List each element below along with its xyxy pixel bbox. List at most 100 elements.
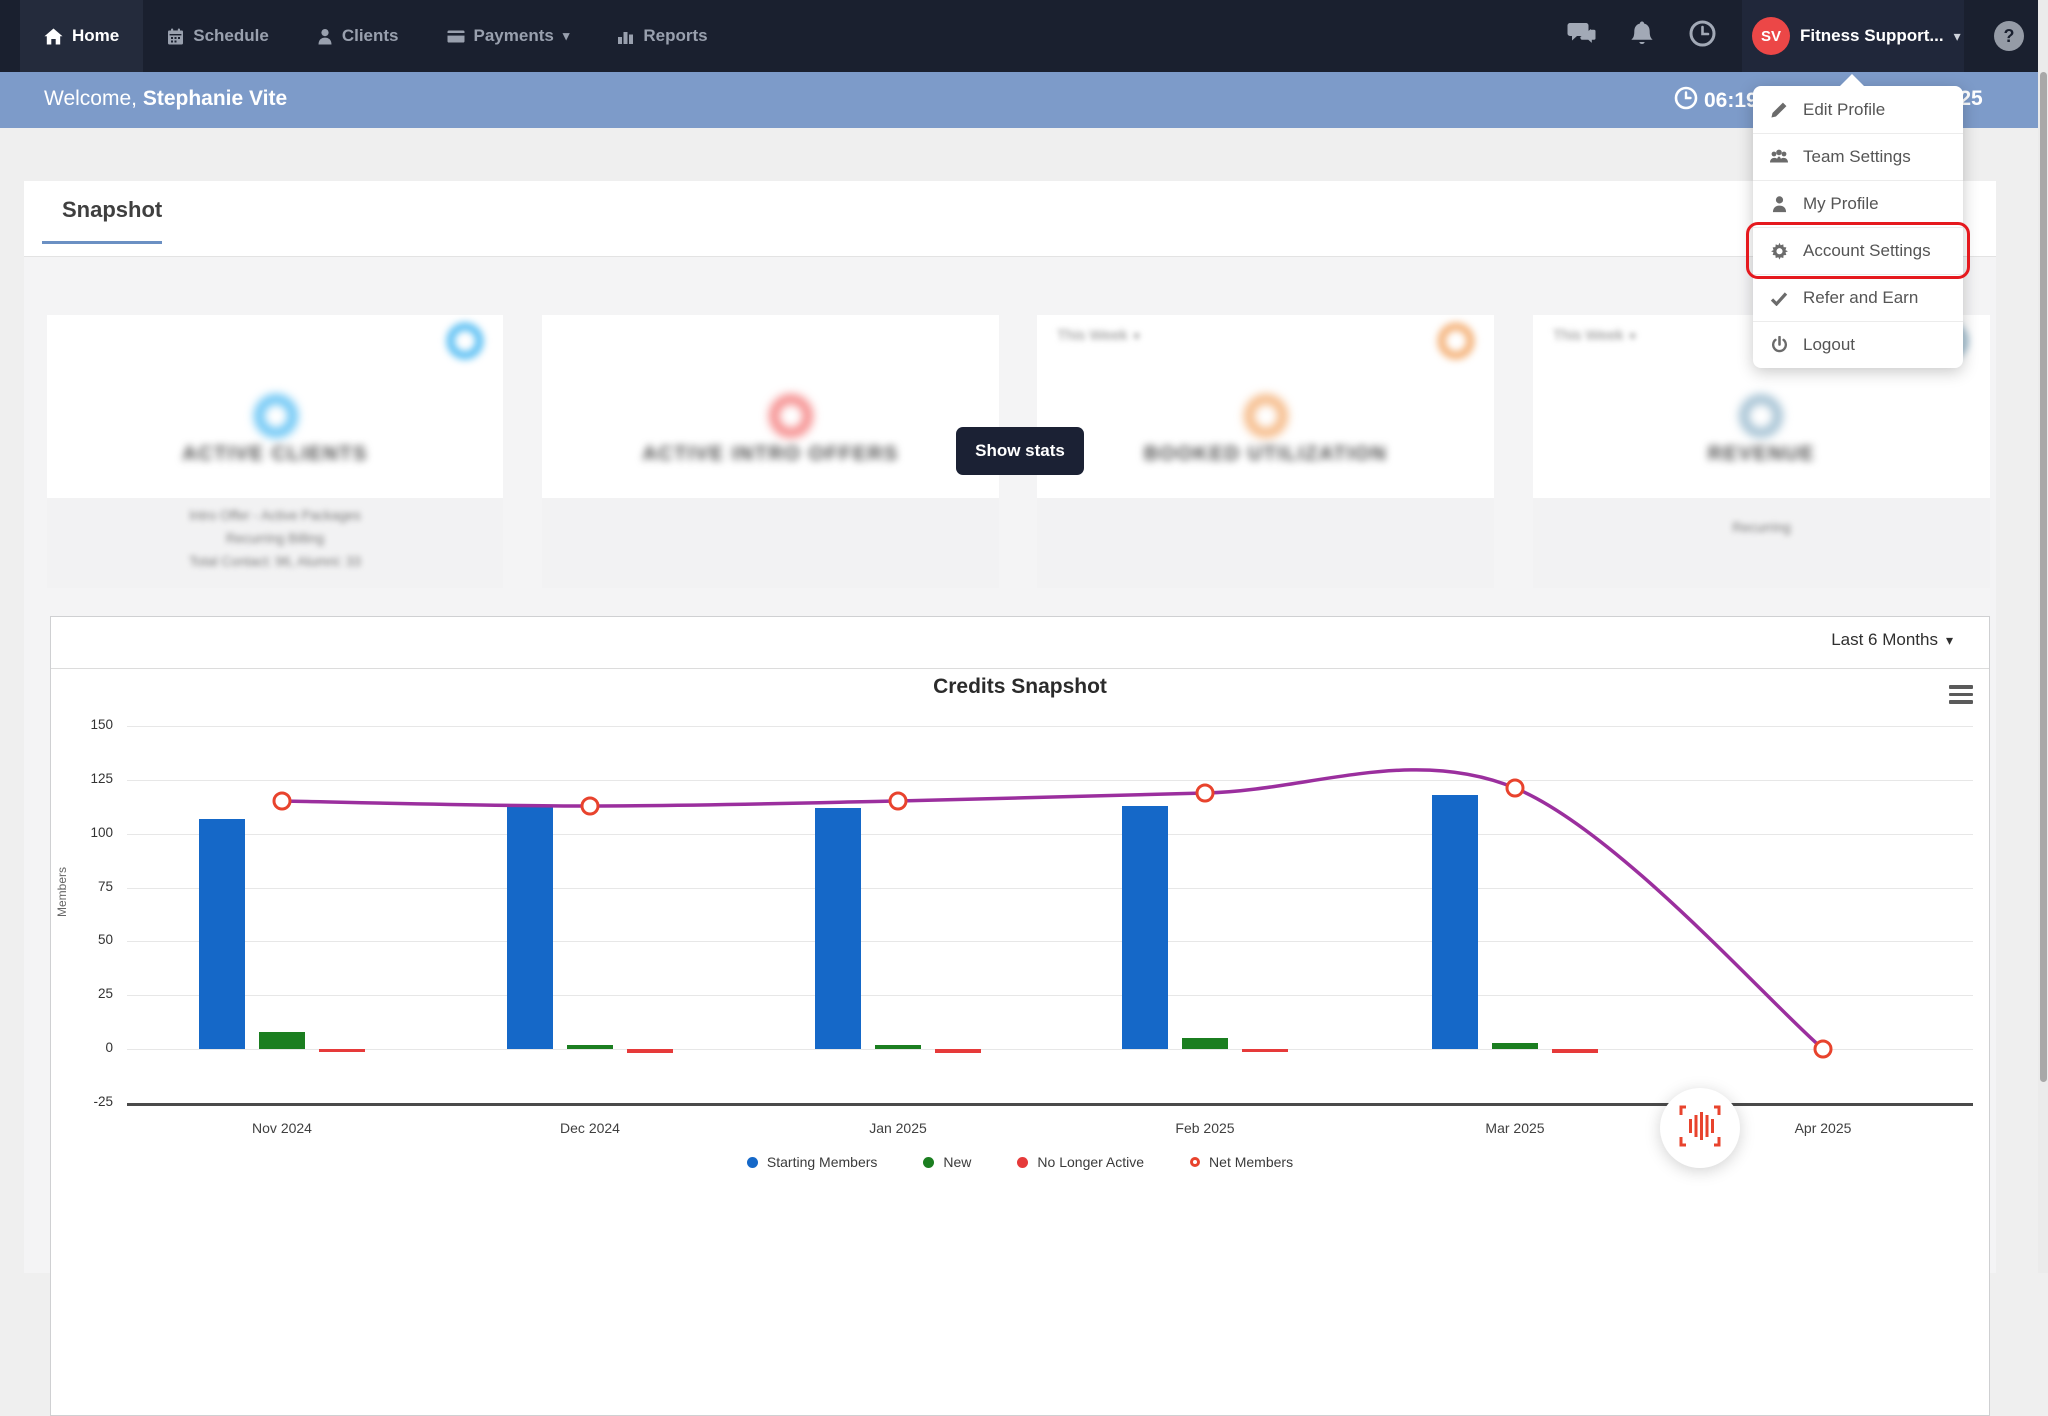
team-icon xyxy=(1768,148,1790,166)
stat-card-active-intro-offers: ACTIVE INTRO OFFERS xyxy=(542,315,999,588)
credits-snapshot-card: Last 6 Months Credits Snapshot Members 1… xyxy=(50,616,1990,1416)
tab-active-underline xyxy=(42,241,162,244)
stat-card-active-clients: ACTIVE CLIENTS Intro Offer - Active Pack… xyxy=(47,315,503,588)
x-tick: Jan 2025 xyxy=(838,1120,958,1136)
clock-icon xyxy=(1674,86,1698,116)
nav-item-schedule[interactable]: Schedule xyxy=(143,0,293,72)
x-tick: Dec 2024 xyxy=(530,1120,650,1136)
x-tick: Feb 2025 xyxy=(1145,1120,1265,1136)
menu-item-team-settings[interactable]: Team Settings xyxy=(1753,133,1963,180)
card-title: REVENUE xyxy=(1533,443,1990,466)
legend-label: No Longer Active xyxy=(1037,1154,1144,1170)
chevron-down-icon xyxy=(1134,329,1140,343)
legend-starting-members[interactable]: Starting Members xyxy=(747,1154,877,1170)
legend-ring-icon xyxy=(1190,1157,1200,1167)
avatar: SV xyxy=(1752,17,1790,55)
card-detail-line: Recurring Billing xyxy=(47,531,503,546)
notifications-button[interactable] xyxy=(1618,0,1666,72)
welcome-user-name: Stephanie Vite xyxy=(143,87,287,110)
menu-item-account-settings[interactable]: Account Settings xyxy=(1753,227,1963,274)
spinner-icon xyxy=(447,323,483,359)
legend-label: Starting Members xyxy=(767,1154,877,1170)
period-select[interactable]: This Week xyxy=(1553,327,1636,344)
legend-dot-icon xyxy=(923,1157,934,1168)
x-tick: Mar 2025 xyxy=(1455,1120,1575,1136)
chart-canvas: 1501251007550250-25Nov 2024Dec 2024Jan 2… xyxy=(51,617,1991,1277)
menu-item-edit-profile[interactable]: Edit Profile xyxy=(1753,86,1963,133)
menu-item-label: Logout xyxy=(1803,335,1855,355)
bar-chart-icon xyxy=(617,28,634,44)
legend-new[interactable]: New xyxy=(923,1154,971,1170)
chevron-down-icon xyxy=(563,28,570,44)
card-footer xyxy=(1037,498,1494,588)
legend-net-members[interactable]: Net Members xyxy=(1190,1154,1293,1170)
spinner-icon xyxy=(255,395,297,437)
help-button[interactable] xyxy=(1994,21,2024,51)
barcode-scanner-button[interactable] xyxy=(1660,1088,1740,1168)
card-footer xyxy=(542,498,999,588)
spinner-icon xyxy=(1245,395,1287,437)
menu-item-refer-and-earn[interactable]: Refer and Earn xyxy=(1753,274,1963,321)
tab-bar: Snapshot xyxy=(24,181,1996,257)
card-detail-line: Recurring xyxy=(1533,520,1990,535)
current-time: 06:19 xyxy=(1674,86,1758,116)
chevron-down-icon xyxy=(1954,28,1961,45)
credit-card-icon xyxy=(447,29,465,44)
menu-item-my-profile[interactable]: My Profile xyxy=(1753,180,1963,227)
nav-item-label: Schedule xyxy=(193,26,269,46)
spinner-icon xyxy=(1438,323,1474,359)
menu-item-label: Refer and Earn xyxy=(1803,288,1918,308)
legend-label: New xyxy=(943,1154,971,1170)
user-menu-button[interactable]: SV Fitness Support... xyxy=(1742,0,1964,72)
legend-dot-icon xyxy=(1017,1157,1028,1168)
barcode-icon xyxy=(1677,1103,1723,1154)
tab-snapshot[interactable]: Snapshot xyxy=(62,197,162,223)
legend-label: Net Members xyxy=(1209,1154,1293,1170)
legend-dot-icon xyxy=(747,1157,758,1168)
top-navbar: Home Schedule Clients Payments Reports S… xyxy=(0,0,2048,72)
card-detail-line: Intro Offer - Active Packages xyxy=(47,508,503,523)
user-icon xyxy=(1768,195,1790,213)
nav-item-payments[interactable]: Payments xyxy=(423,0,594,72)
home-icon xyxy=(44,28,63,45)
period-select[interactable]: This Week xyxy=(1057,327,1140,344)
bell-icon xyxy=(1630,20,1654,52)
nav-item-reports[interactable]: Reports xyxy=(593,0,731,72)
card-footer: Recurring xyxy=(1533,498,1990,588)
pencil-icon xyxy=(1768,101,1790,119)
menu-item-label: Account Settings xyxy=(1803,241,1931,261)
stat-card-booked-utilization: This Week BOOKED UTILIZATION xyxy=(1037,315,1494,588)
user-name: Fitness Support... xyxy=(1800,26,1944,46)
dropdown-caret xyxy=(1840,74,1864,86)
calendar-icon xyxy=(167,28,184,45)
card-title: BOOKED UTILIZATION xyxy=(1037,443,1494,466)
clock-icon xyxy=(1689,20,1716,52)
card-title: ACTIVE CLIENTS xyxy=(47,443,503,466)
chat-icon xyxy=(1567,21,1597,52)
check-icon xyxy=(1768,291,1790,306)
legend-no-longer-active[interactable]: No Longer Active xyxy=(1017,1154,1144,1170)
welcome-bar: Welcome, Stephanie Vite 06:19 2025 xyxy=(0,72,2048,128)
show-stats-button[interactable]: Show stats xyxy=(956,427,1084,475)
profile-dropdown: Edit Profile Team Settings My Profile Ac… xyxy=(1753,86,1963,368)
card-footer: Intro Offer - Active Packages Recurring … xyxy=(47,498,503,588)
person-icon xyxy=(317,28,333,45)
messages-button[interactable] xyxy=(1558,0,1606,72)
menu-item-logout[interactable]: Logout xyxy=(1753,321,1963,368)
nav-item-label: Payments xyxy=(474,26,554,46)
chevron-down-icon xyxy=(1630,329,1636,343)
history-button[interactable] xyxy=(1678,0,1726,72)
spinner-icon xyxy=(770,395,812,437)
gear-icon xyxy=(1768,242,1790,261)
scrollbar-track xyxy=(2038,0,2048,1273)
x-tick: Apr 2025 xyxy=(1763,1120,1883,1136)
nav-item-label: Home xyxy=(72,26,119,46)
card-title: ACTIVE INTRO OFFERS xyxy=(542,443,999,466)
nav-item-clients[interactable]: Clients xyxy=(293,0,423,72)
main-nav: Home Schedule Clients Payments Reports xyxy=(20,0,732,72)
nav-item-label: Clients xyxy=(342,26,399,46)
scrollbar-thumb[interactable] xyxy=(2040,72,2047,1082)
nav-item-home[interactable]: Home xyxy=(20,0,143,72)
power-icon xyxy=(1768,336,1790,354)
menu-item-label: My Profile xyxy=(1803,194,1879,214)
